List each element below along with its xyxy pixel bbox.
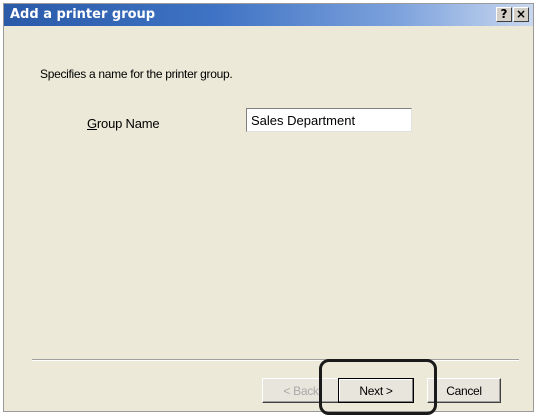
next-button[interactable]: Next > [338,378,414,403]
separator [32,359,519,361]
help-button[interactable]: ? [496,7,512,22]
back-button[interactable]: < Back [262,378,340,403]
title-bar: Add a printer group ? × [4,4,533,26]
group-name-input[interactable] [246,108,412,132]
group-name-accesskey: G [87,116,97,131]
dialog-window: Add a printer group ? × Specifies a name… [3,3,534,412]
description-text: Specifies a name for the printer group. [40,67,233,81]
close-button[interactable]: × [513,7,529,22]
cancel-button[interactable]: Cancel [427,378,501,403]
dialog-title: Add a printer group [10,7,156,22]
group-name-label: Group Name [87,116,160,131]
group-name-label-rest: roup Name [96,116,160,131]
